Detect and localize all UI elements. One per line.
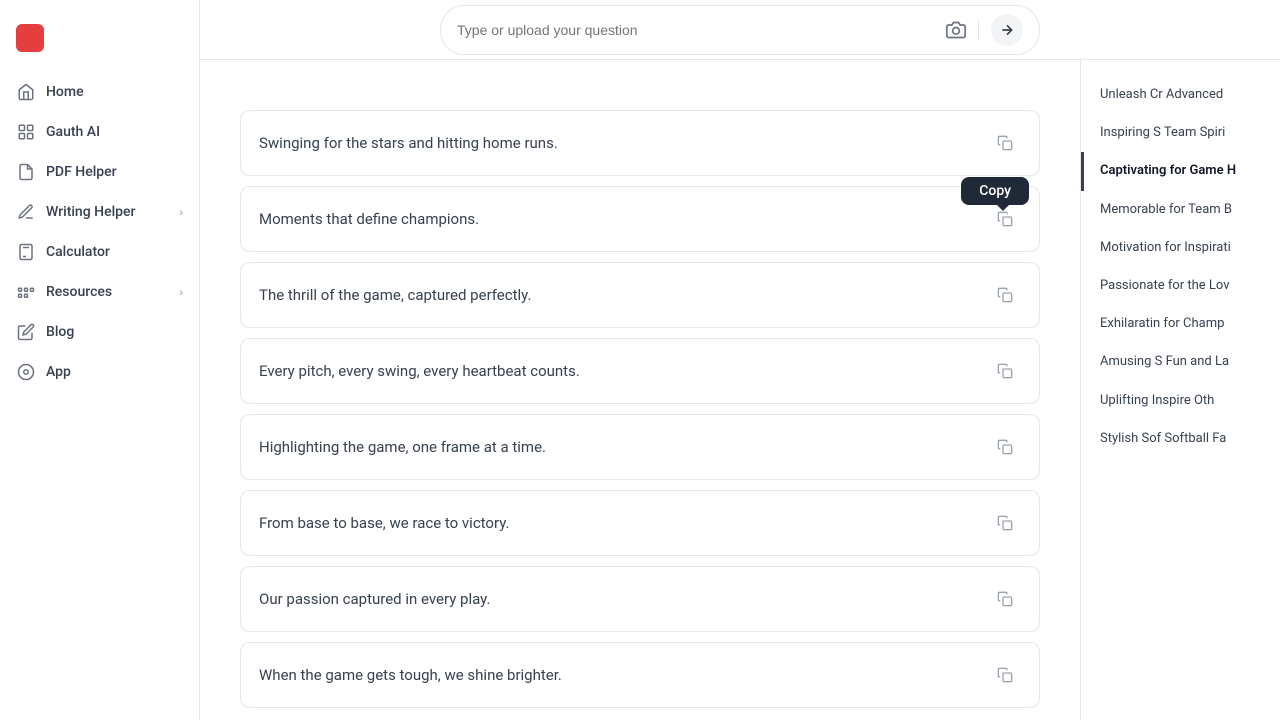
arrow-icon-writing-helper: › <box>179 205 183 219</box>
sidebar-item-calculator[interactable]: Calculator <box>0 232 199 272</box>
logo-icon <box>16 24 44 52</box>
topbar <box>200 0 1280 60</box>
writing-helper-icon <box>16 202 36 222</box>
caption-card: Every pitch, every swing, every heartbea… <box>240 338 1040 404</box>
caption-text: From base to base, we race to victory. <box>259 514 989 532</box>
sidebar-label-calculator: Calculator <box>46 244 110 260</box>
sidebar-label-app: App <box>46 364 71 380</box>
caption-card: From base to base, we race to victory. <box>240 490 1040 556</box>
right-panel-item-uplifting[interactable]: Uplifting Inspire Oth <box>1081 382 1280 420</box>
caption-text: When the game gets tough, we shine brigh… <box>259 666 989 684</box>
caption-text: Every pitch, every swing, every heartbea… <box>259 362 989 380</box>
search-input[interactable] <box>457 22 938 38</box>
right-panel-item-amusing[interactable]: Amusing S Fun and La <box>1081 343 1280 381</box>
copy-button[interactable] <box>989 127 1021 159</box>
middle-scroll: Swinging for the stars and hitting home … <box>200 60 1080 720</box>
caption-card: Highlighting the game, one frame at a ti… <box>240 414 1040 480</box>
nav-items: Home Gauth AI PDF Helper Writing Helper … <box>0 72 199 392</box>
search-divider <box>978 20 979 40</box>
send-button[interactable] <box>991 14 1023 46</box>
caption-card: Moments that define champions. Copy <box>240 186 1040 252</box>
gauth-ai-icon <box>16 122 36 142</box>
sidebar-label-resources: Resources <box>46 284 112 300</box>
caption-card: Swinging for the stars and hitting home … <box>240 110 1040 176</box>
sidebar-item-app[interactable]: App <box>0 352 199 392</box>
copy-tooltip: Copy <box>961 177 1029 205</box>
caption-card: The thrill of the game, captured perfect… <box>240 262 1040 328</box>
calculator-icon <box>16 242 36 262</box>
sidebar-label-gauth-ai: Gauth AI <box>46 124 100 140</box>
sidebar-item-blog[interactable]: Blog <box>0 312 199 352</box>
caption-card: Our passion captured in every play. <box>240 566 1040 632</box>
camera-icon[interactable] <box>946 20 966 40</box>
sidebar-label-home: Home <box>46 84 84 100</box>
right-panel-items: Unleash Cr AdvancedInspiring S Team Spir… <box>1081 76 1280 458</box>
right-panel-item-unleash[interactable]: Unleash Cr Advanced <box>1081 76 1280 114</box>
caption-text: Our passion captured in every play. <box>259 590 989 608</box>
right-panel: Unleash Cr AdvancedInspiring S Team Spir… <box>1080 60 1280 720</box>
blog-icon <box>16 322 36 342</box>
search-bar <box>440 5 1040 55</box>
right-panel-item-captivating[interactable]: Captivating for Game H <box>1081 152 1280 190</box>
copy-button[interactable] <box>989 659 1021 691</box>
sidebar-item-resources[interactable]: Resources › <box>0 272 199 312</box>
home-icon <box>16 82 36 102</box>
caption-card: When the game gets tough, we shine brigh… <box>240 642 1040 708</box>
copy-button[interactable] <box>989 355 1021 387</box>
right-panel-item-exhilarating[interactable]: Exhilaratin for Champ <box>1081 305 1280 343</box>
sidebar-item-writing-helper[interactable]: Writing Helper › <box>0 192 199 232</box>
sidebar-label-blog: Blog <box>46 324 74 340</box>
app-icon <box>16 362 36 382</box>
main-area: Swinging for the stars and hitting home … <box>200 0 1280 720</box>
caption-text: Highlighting the game, one frame at a ti… <box>259 438 989 456</box>
copy-button[interactable] <box>989 279 1021 311</box>
captions-list: Swinging for the stars and hitting home … <box>240 110 1040 708</box>
right-panel-item-passionate[interactable]: Passionate for the Lov <box>1081 267 1280 305</box>
arrow-icon-resources: › <box>179 285 183 299</box>
sidebar-item-pdf-helper[interactable]: PDF Helper <box>0 152 199 192</box>
right-panel-item-motivation[interactable]: Motivation for Inspirati <box>1081 229 1280 267</box>
copy-button[interactable] <box>989 507 1021 539</box>
right-panel-item-inspiring[interactable]: Inspiring S Team Spiri <box>1081 114 1280 152</box>
caption-text: Swinging for the stars and hitting home … <box>259 134 989 152</box>
sidebar-label-pdf-helper: PDF Helper <box>46 164 117 180</box>
copy-button[interactable] <box>989 583 1021 615</box>
caption-text: The thrill of the game, captured perfect… <box>259 286 989 304</box>
sidebar-label-writing-helper: Writing Helper <box>46 204 135 220</box>
sidebar-item-home[interactable]: Home <box>0 72 199 112</box>
resources-icon <box>16 282 36 302</box>
right-panel-item-stylish[interactable]: Stylish Sof Softball Fa <box>1081 420 1280 458</box>
pdf-helper-icon <box>16 162 36 182</box>
copy-button[interactable] <box>989 431 1021 463</box>
sidebar-item-gauth-ai[interactable]: Gauth AI <box>0 112 199 152</box>
right-panel-item-memorable[interactable]: Memorable for Team B <box>1081 191 1280 229</box>
sidebar: Home Gauth AI PDF Helper Writing Helper … <box>0 0 200 720</box>
logo <box>0 16 199 72</box>
content-area: Swinging for the stars and hitting home … <box>200 60 1280 720</box>
caption-text: Moments that define champions. <box>259 210 989 228</box>
